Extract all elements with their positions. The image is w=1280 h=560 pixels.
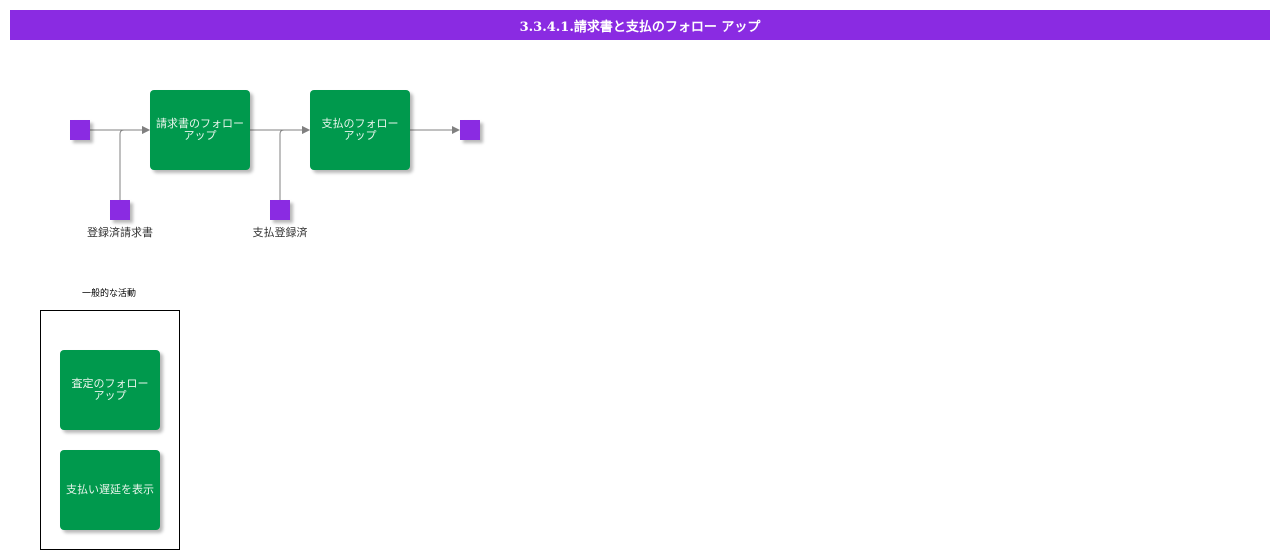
activity-assessment-followup-label: 査定のフォロー アップ (71, 377, 149, 402)
input-node-registered-invoice[interactable] (110, 200, 130, 220)
activity-assessment-followup[interactable]: 査定のフォロー アップ (60, 350, 160, 430)
start-event-node[interactable] (70, 120, 90, 140)
activity-show-payment-delay[interactable]: 支払い遅延を表示 (60, 450, 160, 530)
activity-show-payment-delay-label: 支払い遅延を表示 (66, 483, 154, 496)
group-label: 一般的な活動 (81, 289, 136, 299)
input-node-payment-registered[interactable] (270, 200, 290, 220)
connectors (90, 126, 460, 200)
activity-invoice-followup-label: 請求書のフォロー アップ (156, 117, 244, 142)
activity-payment-followup-label: 支払のフォロー アップ (321, 117, 399, 142)
end-event-node[interactable] (460, 120, 480, 140)
connector-payment-registered-to-payment-followup (279, 126, 310, 200)
activity-invoice-followup[interactable]: 請求書のフォロー アップ (150, 90, 250, 170)
connector-registered-invoice-to-invoice-followup (119, 126, 150, 200)
activity-payment-followup[interactable]: 支払のフォロー アップ (310, 90, 410, 170)
input-label-registered-invoice: 登録済請求書 (87, 226, 153, 239)
input-label-payment-registered: 支払登録済 (252, 226, 308, 239)
